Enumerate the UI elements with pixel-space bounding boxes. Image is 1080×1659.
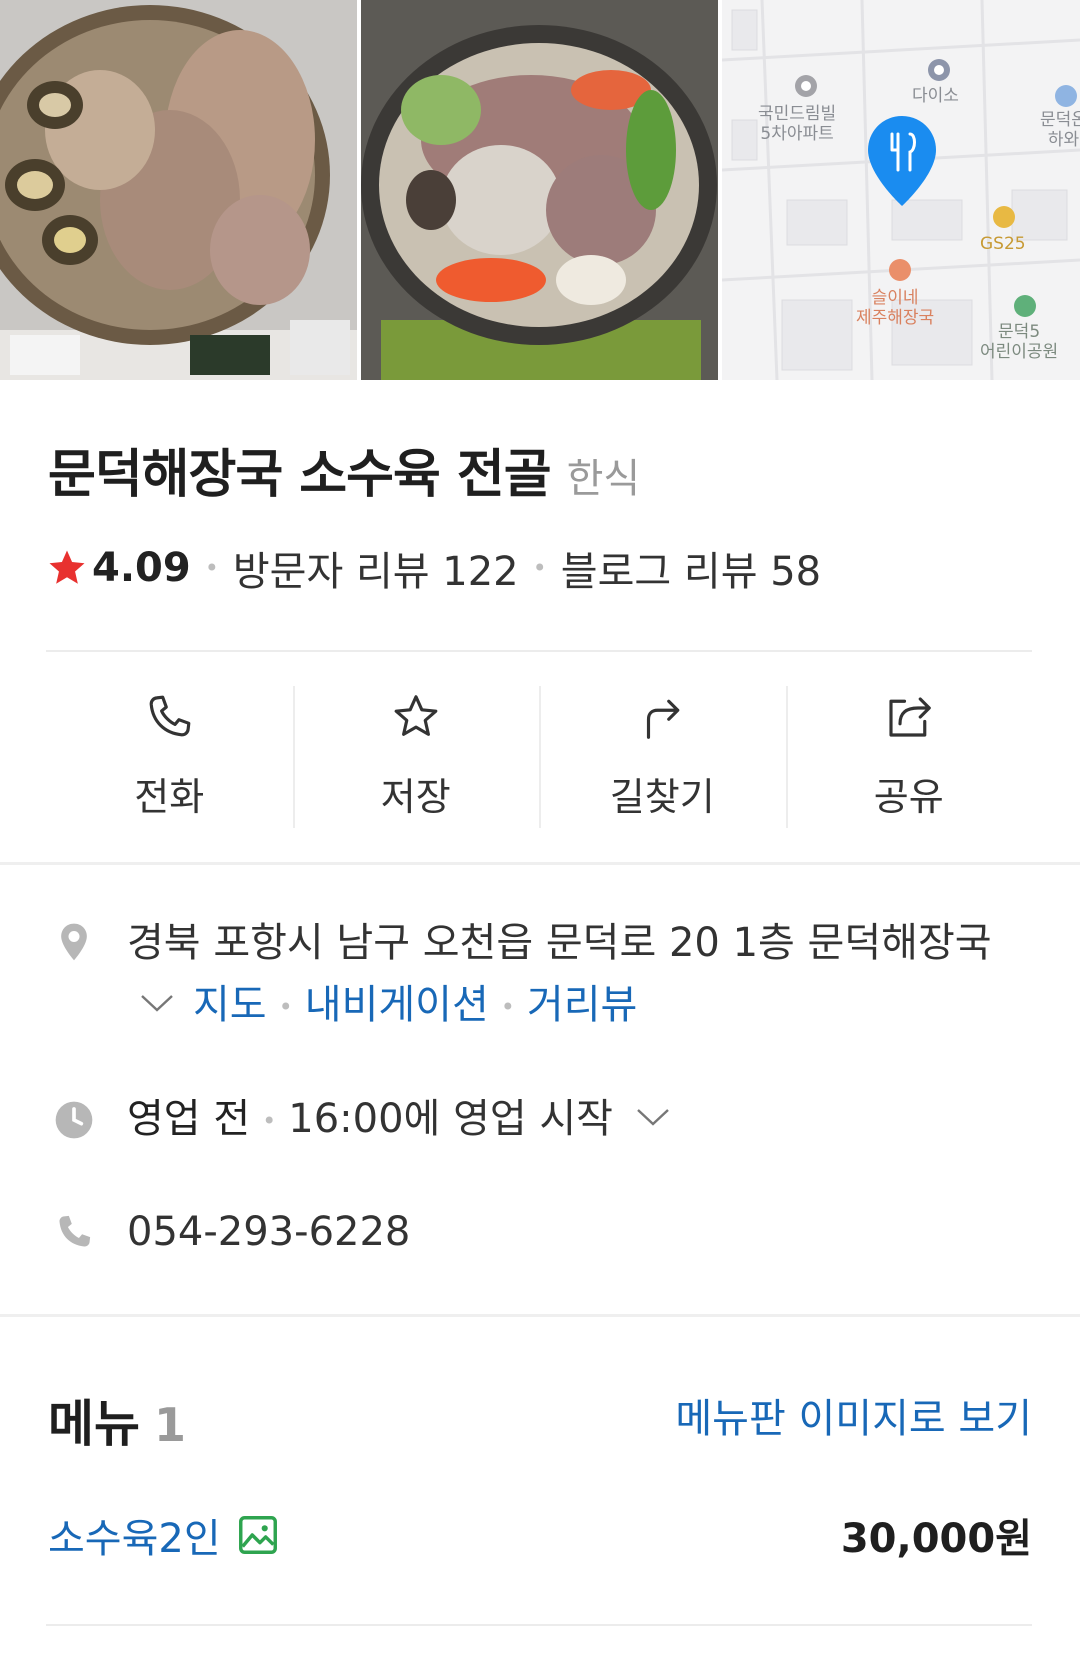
separator-dot: •	[500, 993, 515, 1021]
share-icon	[889, 697, 931, 737]
clock-icon	[55, 1101, 93, 1139]
map-label-seuline: 슬이네 제주해장국	[856, 288, 935, 328]
section-divider	[0, 862, 1080, 865]
menu-image-link[interactable]: 메뉴판 이미지로 보기	[675, 1386, 1032, 1444]
location-pin-icon	[61, 923, 87, 961]
divider	[46, 1624, 1032, 1626]
action-bar: 전화 저장 길찾기 공유	[46, 686, 1032, 828]
visitor-review-link[interactable]: 방문자 리뷰 122	[233, 539, 519, 597]
map-link[interactable]: 지도	[193, 982, 267, 1028]
chevron-down-icon[interactable]	[635, 1106, 671, 1128]
hours-detail: 16:00에 영업 시작	[288, 1096, 613, 1142]
share-button[interactable]: 공유	[785, 686, 1033, 828]
separator-dot: •	[204, 554, 219, 582]
action-label: 전화	[134, 775, 205, 819]
section-divider	[0, 1314, 1080, 1317]
blog-review-link[interactable]: 블로그 리뷰 58	[561, 539, 821, 597]
action-label: 저장	[380, 775, 451, 819]
food-photo-2[interactable]	[361, 0, 718, 380]
separator-dot: •	[278, 993, 293, 1021]
hours-status: 영업 전	[127, 1096, 251, 1142]
phone-icon	[149, 695, 191, 737]
place-category: 한식	[566, 456, 641, 502]
rating-value: 4.09	[92, 545, 191, 591]
navigation-link[interactable]: 내비게이션	[305, 982, 489, 1028]
photo-strip[interactable]: 국민드림빌 5차아파트 다이소 문덕온 하와 GS25 슬이네 제주해장국 문덕…	[0, 0, 1080, 380]
separator-dot: •	[262, 1107, 277, 1135]
phone-number[interactable]: 054-293-6228	[127, 1203, 410, 1261]
menu-item-name: 소수육2인	[48, 1516, 221, 1562]
action-label: 공유	[873, 775, 944, 819]
business-hours[interactable]: 영업 전 • 16:00에 영업 시작	[127, 1090, 689, 1150]
location-map[interactable]: 국민드림빌 5차아파트 다이소 문덕온 하와 GS25 슬이네 제주해장국 문덕…	[722, 0, 1080, 380]
address-text: 경북 포항시 남구 오천읍 문덕로 20 1층 문덕해장국	[127, 920, 992, 966]
directions-icon	[647, 699, 680, 739]
street-view-link[interactable]: 거리뷰	[527, 982, 637, 1028]
menu-title: 메뉴	[48, 1395, 140, 1453]
address-block: 경북 포항시 남구 오천읍 문덕로 20 1층 문덕해장국지도 • 내비게이션 • 거리…	[127, 912, 1027, 1038]
star-outline-icon	[394, 695, 438, 736]
map-label-munduk: 문덕온 하와	[1040, 110, 1080, 150]
star-icon	[49, 550, 85, 584]
chevron-down-icon[interactable]	[139, 992, 175, 1014]
call-button[interactable]: 전화	[46, 686, 293, 828]
separator-dot: •	[532, 554, 547, 582]
divider	[46, 650, 1032, 652]
menu-item-price: 30,000원	[840, 1516, 1032, 1562]
phone-icon	[59, 1215, 91, 1247]
menu-count: 1	[154, 1398, 187, 1452]
map-label-apt: 국민드림빌 5차아파트	[758, 104, 837, 144]
map-label-gs25: GS25	[980, 234, 1026, 254]
map-label-daiso: 다이소	[912, 86, 959, 106]
rating-row: 4.09 • 방문자 리뷰 122 • 블로그 리뷰 58	[46, 539, 821, 597]
action-label: 길찾기	[609, 775, 715, 819]
image-icon[interactable]	[235, 1512, 281, 1558]
save-button[interactable]: 저장	[292, 686, 540, 828]
food-photo-1[interactable]	[0, 0, 357, 380]
place-title-row: 문덕해장국 소수육 전골 한식	[48, 432, 641, 505]
menu-section-title: 메뉴 1	[48, 1384, 186, 1456]
place-name: 문덕해장국 소수육 전골	[48, 445, 552, 505]
map-label-park: 문덕5 어린이공원	[980, 322, 1059, 362]
menu-item[interactable]: 소수육2인	[48, 1506, 281, 1564]
directions-button[interactable]: 길찾기	[539, 686, 786, 828]
